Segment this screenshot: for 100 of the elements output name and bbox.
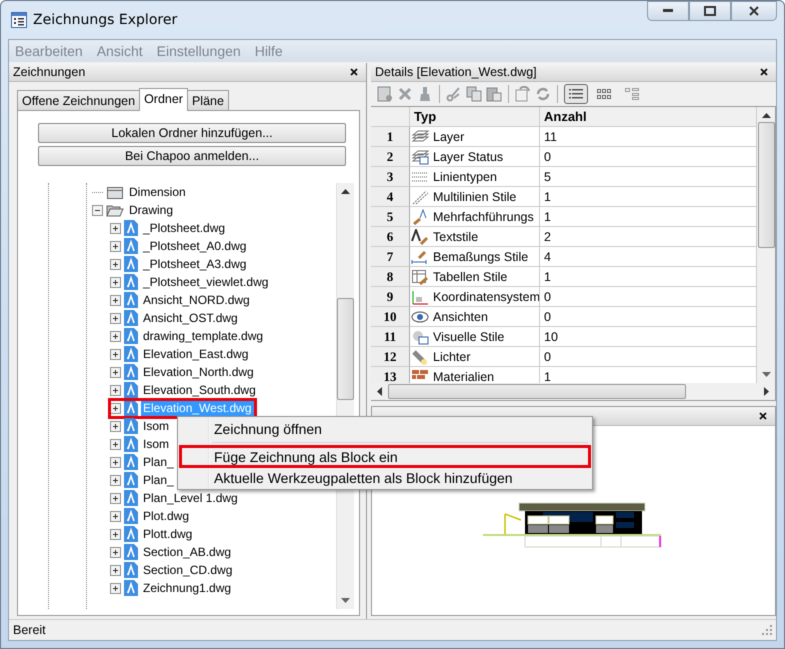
expand-icon[interactable] (110, 456, 121, 468)
table-cell: 0 (540, 147, 757, 167)
close-button[interactable] (731, 1, 777, 21)
table-cell: 5 (540, 167, 757, 187)
scroll-thumb[interactable] (337, 298, 354, 400)
open-folder-icon (106, 203, 124, 217)
tree-item[interactable]: Section_AB.dwg (110, 544, 234, 560)
expand-icon[interactable] (110, 510, 121, 522)
expand-icon[interactable] (110, 546, 121, 558)
type-label: Linientypen (433, 170, 497, 184)
scroll-up-icon[interactable] (341, 189, 350, 194)
light-icon (411, 348, 429, 364)
row-number: 5 (371, 207, 410, 227)
scroll-thumb[interactable] (388, 384, 686, 399)
expand-icon[interactable] (110, 294, 121, 306)
view-mode-button[interactable] (564, 84, 588, 104)
type-label: Koordinatensystem (433, 290, 539, 304)
expand-icon[interactable] (110, 348, 121, 360)
close-panel-button[interactable] (757, 412, 769, 420)
tree-item[interactable]: Plan_ (110, 454, 177, 470)
expand-icon[interactable] (110, 564, 121, 576)
new-item-icon[interactable] (377, 86, 393, 102)
expand-icon[interactable] (110, 474, 121, 486)
tree-item[interactable]: Dimension (92, 184, 189, 200)
tree-item[interactable]: _Plotsheet_viewlet.dwg (110, 274, 272, 290)
drawing-file-icon (124, 472, 138, 488)
close-panel-button[interactable] (758, 68, 770, 76)
menu-item[interactable]: Füge Zeichnung als Block ein (180, 446, 590, 467)
expand-icon[interactable] (110, 402, 121, 414)
tree-item[interactable]: Isom (110, 436, 172, 452)
scroll-up-icon[interactable] (762, 113, 770, 118)
expand-icon[interactable] (110, 240, 121, 252)
menu-item[interactable]: Aktuelle Werkzeugpaletten als Block hinzufügen (180, 467, 590, 488)
scroll-left-icon[interactable] (377, 387, 382, 396)
tree-item[interactable]: Isom (110, 418, 172, 434)
scroll-down-icon[interactable] (762, 372, 770, 377)
row-number: 10 (371, 307, 410, 327)
table-cell: 0 (540, 347, 757, 367)
type-label: Bemaßungs Stile (433, 250, 528, 264)
table-cell: 0 (540, 287, 757, 307)
table-cell: 0 (540, 307, 757, 327)
expand-icon[interactable] (110, 438, 121, 450)
grid-view-icon (596, 87, 612, 101)
type-label: Textstile (433, 230, 478, 244)
expand-icon[interactable] (110, 276, 121, 288)
expand-icon[interactable] (110, 420, 121, 432)
drawing-file-icon (124, 382, 138, 398)
action-button[interactable]: Bei Chapoo anmelden... (38, 146, 346, 166)
scroll-down-icon[interactable] (341, 598, 350, 603)
drawing-file-icon (124, 346, 138, 362)
menu-item[interactable]: Zeichnung öffnen (180, 418, 590, 439)
tree-item[interactable]: Zeichnung1.dwg (110, 580, 234, 596)
close-panel-button[interactable] (348, 68, 360, 76)
axes-icon (411, 288, 429, 304)
type-label: Multilinien Stile (433, 190, 516, 204)
expand-icon[interactable] (110, 312, 121, 324)
tree-item[interactable]: Plot.dwg (110, 508, 192, 524)
tree-item[interactable]: Ansicht_OST.dwg (110, 310, 241, 326)
expand-icon[interactable] (110, 330, 121, 342)
tree-item[interactable]: Elevation_East.dwg (110, 346, 252, 362)
tree-view-icon (624, 87, 640, 101)
tree-item[interactable]: _Plotsheet.dwg (110, 220, 228, 236)
collapse-icon[interactable] (92, 204, 103, 216)
copy-icon[interactable] (466, 86, 482, 102)
tree-item[interactable]: Plan_Level 1.dwg (110, 490, 241, 506)
action-button[interactable]: Lokalen Ordner hinzufügen... (38, 123, 346, 143)
tree-item[interactable]: _Plotsheet_A3.dwg (110, 256, 250, 272)
expand-icon[interactable] (110, 582, 121, 594)
expand-icon[interactable] (110, 492, 121, 504)
tree-item[interactable]: drawing_template.dwg (110, 328, 266, 344)
tree-item[interactable]: Elevation_North.dwg (110, 364, 257, 380)
expand-icon[interactable] (110, 258, 121, 270)
tree-item[interactable]: Plott.dwg (110, 526, 196, 542)
row-number: 2 (371, 147, 410, 167)
tab[interactable]: Pläne (186, 90, 229, 110)
column-header[interactable]: Typ (410, 107, 540, 127)
tree-item[interactable]: Elevation_South.dwg (110, 382, 259, 398)
expand-icon[interactable] (110, 528, 121, 540)
expand-icon[interactable] (110, 384, 121, 396)
tab[interactable]: Offene Zeichnungen (17, 90, 140, 110)
tab[interactable]: Ordner (139, 88, 188, 111)
tree-item[interactable]: Ansicht_NORD.dwg (110, 292, 253, 308)
resize-grip-icon[interactable] (762, 625, 772, 635)
folder-icon (106, 185, 124, 199)
app-list-icon (11, 12, 27, 28)
scroll-right-icon[interactable] (764, 387, 769, 396)
table-cell: 4 (540, 247, 757, 267)
expand-icon[interactable] (110, 366, 121, 378)
maximize-button[interactable] (689, 1, 731, 21)
column-header[interactable]: Anzahl (540, 107, 757, 127)
tree-item[interactable]: Drawing (92, 202, 176, 218)
minimize-button[interactable] (647, 1, 689, 21)
drawing-file-icon (124, 292, 138, 308)
tree-item[interactable]: Section_CD.dwg (110, 562, 236, 578)
tree-item[interactable]: Plan_ (110, 472, 177, 488)
paste-icon[interactable] (486, 86, 502, 102)
scroll-thumb[interactable] (758, 122, 774, 248)
close-icon (759, 412, 767, 420)
expand-icon[interactable] (110, 222, 121, 234)
tree-item[interactable]: _Plotsheet_A0.dwg (110, 238, 250, 254)
